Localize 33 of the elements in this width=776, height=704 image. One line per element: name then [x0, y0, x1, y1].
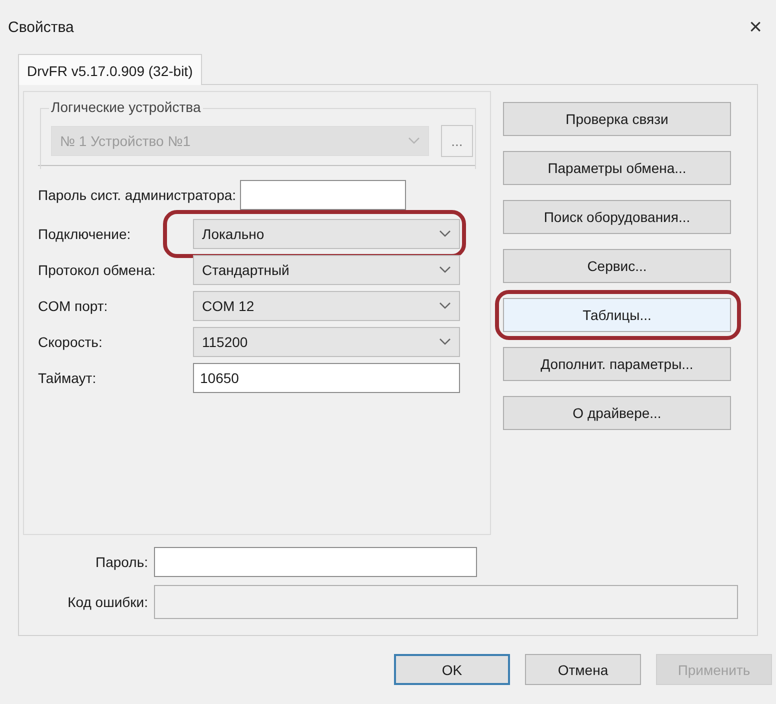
field-label: Пароль сист. администратора:: [38, 187, 236, 203]
dropdown[interactable]: COM 12: [193, 291, 460, 321]
admin-password-field[interactable]: [240, 180, 406, 210]
action-button[interactable]: Проверка связи: [503, 102, 731, 136]
chevron-down-icon: [408, 137, 420, 145]
field-label: Таймаут:: [38, 370, 98, 386]
group-title: Логические устройства: [49, 99, 203, 115]
chevron-down-icon: [439, 338, 451, 346]
action-button[interactable]: Сервис...: [503, 249, 731, 283]
dropdown[interactable]: Стандартный: [193, 255, 460, 285]
dialog-button[interactable]: OK: [394, 654, 510, 685]
password-field[interactable]: [154, 547, 477, 577]
chevron-down-icon: [439, 230, 451, 238]
field-label: Скорость:: [38, 334, 104, 350]
action-button[interactable]: Параметры обмена...: [503, 151, 731, 185]
dropdown[interactable]: Локально: [193, 219, 460, 249]
field-label: Код ошибки:: [66, 594, 149, 610]
window-title: Свойства: [8, 18, 74, 36]
field-label: Подключение:: [38, 226, 132, 242]
field-label: COM порт:: [38, 298, 109, 314]
close-button[interactable]: ×: [749, 14, 762, 40]
action-button[interactable]: Поиск оборудования...: [503, 200, 731, 234]
field-label: Пароль:: [94, 554, 149, 570]
field-label: Протокол обмена:: [38, 262, 157, 278]
chevron-down-icon: [439, 266, 451, 274]
chevron-down-icon: [439, 302, 451, 310]
dialog-button[interactable]: Отмена: [525, 654, 641, 685]
dropdown[interactable]: 115200: [193, 327, 460, 357]
action-button[interactable]: Дополнит. параметры...: [503, 347, 731, 381]
tab[interactable]: DrvFR v5.17.0.909 (32-bit): [18, 54, 202, 85]
action-button[interactable]: О драйвере...: [503, 396, 731, 430]
input-field[interactable]: 10650: [193, 363, 460, 393]
action-button[interactable]: Таблицы...: [503, 298, 731, 332]
